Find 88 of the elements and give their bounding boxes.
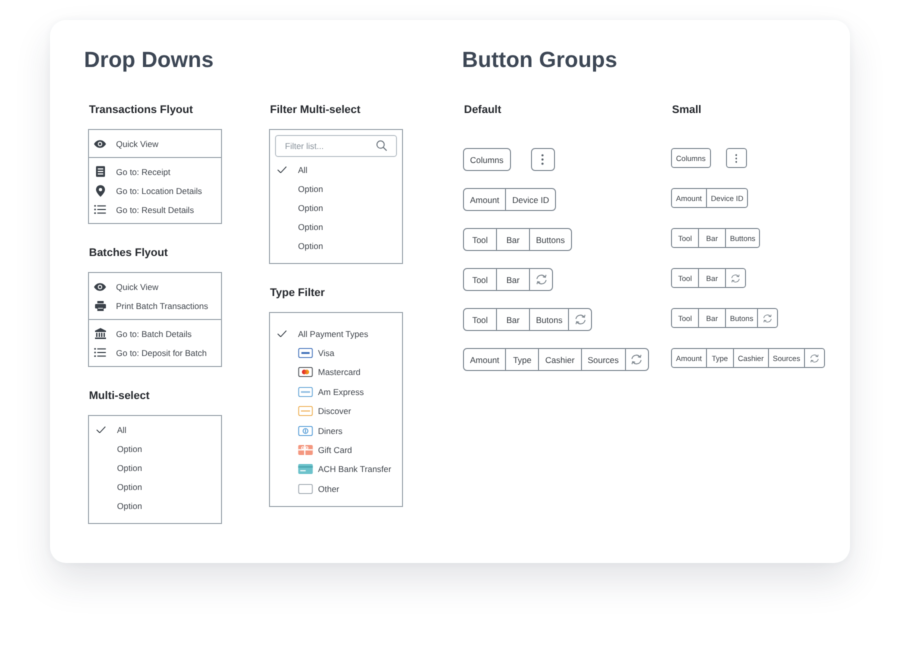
menu-item[interactable]: Go to: Deposit for Batch — [89, 343, 221, 362]
striped-card-icon — [298, 464, 313, 474]
option-item[interactable]: Mastercard — [270, 362, 402, 382]
option-item[interactable]: Discover — [270, 402, 402, 421]
toolbar-button[interactable]: Bar — [496, 268, 530, 291]
more-button[interactable] — [530, 148, 555, 171]
option-item[interactable]: Option — [89, 458, 221, 477]
check-icon — [96, 426, 106, 434]
section-title: Button Groups — [462, 46, 618, 74]
option-item[interactable]: Diners — [270, 420, 402, 440]
menu-item[interactable]: Go to: Batch Details — [89, 324, 221, 343]
circle-card-icon — [298, 426, 313, 436]
menu-item[interactable]: Print Batch Transactions — [89, 296, 221, 315]
menu-item[interactable]: Go to: Result Details — [89, 200, 221, 219]
toolbar-button[interactable]: Device ID — [505, 188, 556, 211]
toolbar-button[interactable]: Bar — [496, 228, 530, 251]
menu-item[interactable]: Quick View — [89, 134, 221, 153]
toolbar-button[interactable]: Butons — [529, 308, 570, 331]
toolbar-button[interactable]: Tool — [463, 228, 497, 251]
option-item[interactable]: Option — [270, 198, 402, 217]
option-item[interactable]: Option — [89, 496, 221, 515]
circles-card-icon — [298, 367, 313, 378]
option-item[interactable]: Option — [270, 217, 402, 236]
refresh-icon — [574, 314, 587, 325]
card-icon — [298, 348, 313, 358]
option-item[interactable]: Am Express — [270, 382, 402, 402]
toolbar-button[interactable]: Buttons — [529, 228, 572, 251]
option-item[interactable]: ACH Bank Transfer — [270, 460, 402, 480]
toolbar-button[interactable]: Type — [505, 348, 540, 371]
refresh-button[interactable] — [624, 348, 649, 371]
refresh-icon — [809, 354, 820, 362]
document-icon — [96, 166, 104, 177]
toolbar-button[interactable]: Tool — [463, 268, 497, 291]
group-title: Multi-select — [89, 389, 150, 404]
list-icon — [94, 205, 106, 214]
option-item[interactable]: All — [89, 420, 221, 439]
refresh-icon — [762, 314, 774, 322]
group-title: Transactions Flyout — [89, 103, 193, 118]
refresh-icon — [630, 354, 644, 365]
toolbar-button[interactable]: Cashier — [538, 348, 582, 371]
location-pin-icon — [96, 184, 104, 196]
blank-card-icon — [298, 484, 313, 494]
option-item[interactable]: Option — [89, 439, 221, 458]
refresh-icon — [534, 274, 548, 285]
dots-icon — [734, 154, 738, 162]
section-title: Drop Downs — [84, 46, 214, 74]
eye-icon — [94, 282, 106, 290]
toolbar-button[interactable]: Amount — [463, 348, 506, 371]
refresh-button[interactable] — [725, 268, 746, 288]
refresh-icon — [730, 274, 741, 282]
printer-icon — [94, 300, 106, 310]
search-icon — [376, 140, 387, 151]
menu-item[interactable]: Quick View — [89, 277, 221, 296]
option-item[interactable]: Option — [270, 179, 402, 198]
dots-icon — [541, 154, 544, 165]
group-title: Default — [464, 103, 502, 118]
option-item[interactable]: All — [270, 160, 402, 179]
toolbar-button[interactable]: Amount — [463, 188, 506, 211]
toolbar-button[interactable]: Sources — [580, 348, 626, 371]
list-icon — [94, 348, 106, 357]
group-title: Filter Multi-select — [270, 103, 360, 118]
menu-item[interactable]: Go to: Receipt — [89, 162, 221, 181]
card-icon — [298, 386, 313, 397]
option-item[interactable]: Gift Card — [270, 440, 402, 460]
group-title: Type Filter — [270, 286, 325, 301]
more-button[interactable] — [726, 148, 747, 168]
option-item[interactable]: Option — [270, 236, 402, 255]
refresh-button[interactable] — [568, 308, 592, 331]
group-title: Batches Flyout — [89, 246, 168, 261]
eye-icon — [94, 140, 106, 148]
refresh-button[interactable] — [529, 268, 553, 291]
card-icon — [298, 406, 313, 416]
option-item[interactable]: Other — [270, 479, 402, 499]
gift-card-icon — [298, 445, 313, 456]
group-title: Small — [672, 103, 702, 118]
refresh-button[interactable] — [804, 348, 826, 368]
filter-field[interactable]: Filter list... — [275, 135, 397, 157]
toolbar-button[interactable]: Tool — [463, 308, 497, 331]
option-item[interactable]: Visa — [270, 343, 402, 363]
toolbar-button[interactable]: Columns — [463, 148, 511, 171]
bank-icon — [94, 328, 106, 339]
check-icon — [277, 166, 287, 174]
check-icon — [277, 330, 287, 338]
option-item[interactable]: All Payment Types — [270, 324, 402, 344]
refresh-button[interactable] — [757, 308, 778, 328]
menu-item[interactable]: Go to: Location Details — [89, 181, 221, 200]
option-item[interactable]: Option — [89, 477, 221, 496]
toolbar-button[interactable]: Bar — [496, 308, 530, 331]
